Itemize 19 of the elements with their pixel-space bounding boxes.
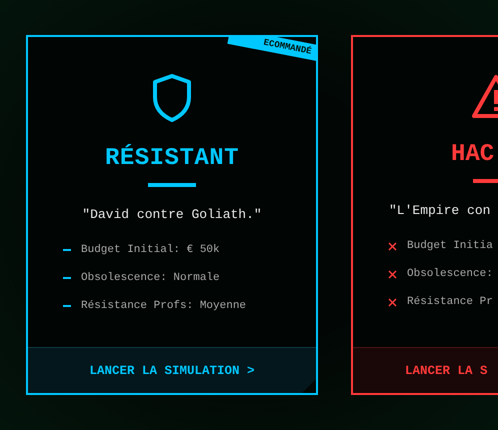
cross-icon xyxy=(388,298,397,306)
dash-icon xyxy=(63,305,71,307)
feature-text: Budget Initia xyxy=(407,239,493,253)
feature-text: Budget Initial: € 50k xyxy=(81,243,220,257)
card-quote: "David contre Goliath." xyxy=(82,207,262,223)
feature-text: Obsolescence: Normale xyxy=(81,271,220,285)
feature-text: Résistance Profs: Moyenne xyxy=(81,299,246,313)
launch-button[interactable]: LANCER LA SIMULATION > xyxy=(28,347,316,393)
dash-icon xyxy=(63,249,71,251)
shield-icon xyxy=(152,73,192,123)
feature-text: Résistance Pr xyxy=(407,295,493,309)
cross-icon xyxy=(388,270,397,278)
card-title: RÉSISTANT xyxy=(104,145,240,173)
card-quote: "L'Empire con xyxy=(389,203,490,219)
launch-button[interactable]: LANCER LA S xyxy=(353,347,498,393)
cross-icon xyxy=(388,242,397,250)
dash-icon xyxy=(63,277,71,279)
feature-text: Obsolescence: xyxy=(407,267,493,281)
card-title: HAC xyxy=(451,141,494,169)
